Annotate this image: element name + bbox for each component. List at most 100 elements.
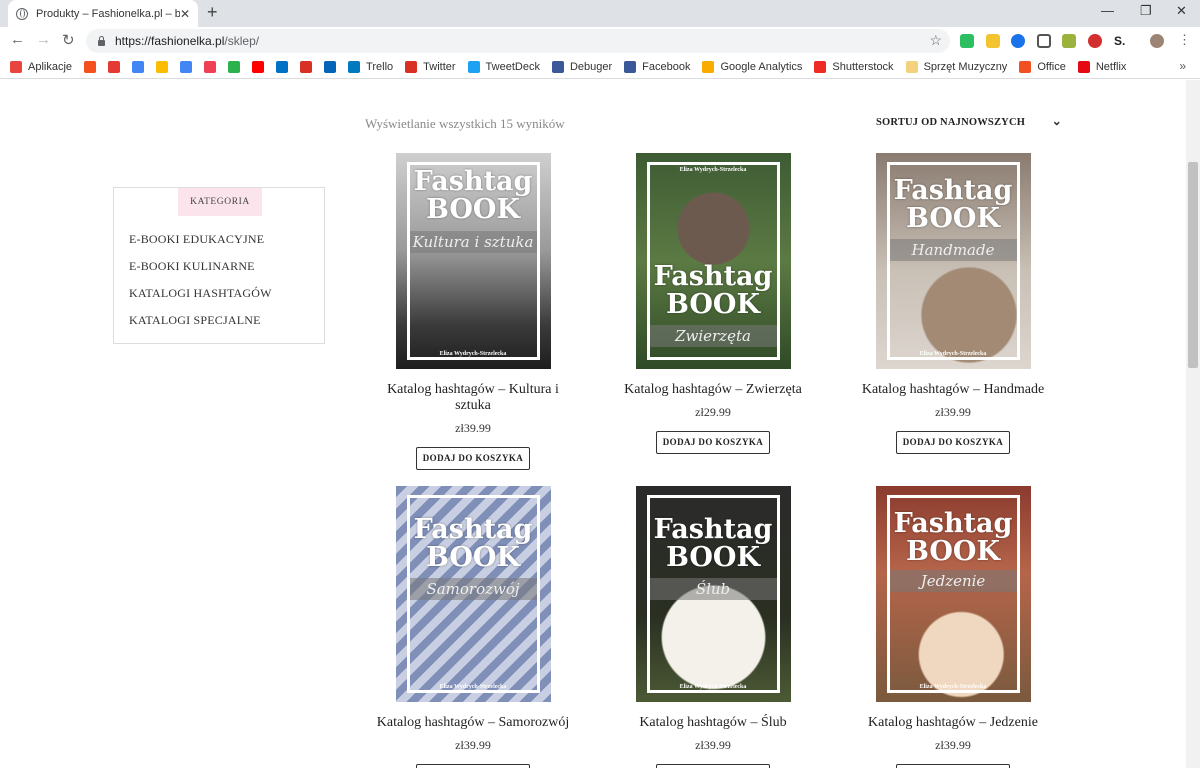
- product-title[interactable]: Katalog hashtagów – Jedzenie: [853, 715, 1053, 731]
- product-cover-image[interactable]: Fashtag BOOK Samorozwój Eliza Wydrych-St…: [395, 486, 551, 702]
- shop-page: Wyświetlanie wszystkich 15 wyników SORTU…: [0, 80, 1186, 768]
- new-tab-icon[interactable]: +: [207, 2, 218, 23]
- extension-icon[interactable]: [986, 34, 1000, 48]
- cover-title: Fashtag BOOK: [653, 514, 773, 573]
- docs-icon: [180, 60, 193, 73]
- bookmark-star-icon[interactable]: ☆: [929, 32, 942, 49]
- bookmark-item[interactable]: [252, 60, 265, 73]
- bookmark-item[interactable]: Office: [1019, 60, 1066, 73]
- pocket-icon[interactable]: [1037, 34, 1051, 48]
- bookmark-item[interactable]: [324, 60, 337, 73]
- close-tab-icon[interactable]: ✕: [180, 7, 190, 21]
- url-path: /sklep/: [224, 34, 260, 48]
- bookmark-item[interactable]: Sprzęt Muzyczny: [905, 60, 1007, 73]
- s-extension-icon[interactable]: S.: [1114, 34, 1128, 48]
- menu-icon[interactable]: ⋮: [1178, 32, 1191, 48]
- bookmark-item[interactable]: Debuger: [551, 60, 612, 73]
- category-link[interactable]: KATALOGI SPECJALNE: [129, 313, 272, 340]
- bookmark-item[interactable]: [156, 60, 169, 73]
- bookmark-item[interactable]: Shutterstock: [814, 60, 894, 73]
- cover-title: Fashtag BOOK: [893, 508, 1013, 567]
- browser-tab[interactable]: Produkty – Fashionelka.pl – blog ✕: [8, 0, 198, 27]
- cover-title: Fashtag BOOK: [413, 514, 533, 573]
- bookmark-item[interactable]: [300, 60, 313, 73]
- bookmark-item[interactable]: TweetDeck: [467, 60, 540, 73]
- onedrive-icon: [324, 60, 337, 73]
- bookmark-label: Netflix: [1095, 60, 1127, 73]
- bookmark-item[interactable]: Google Analytics: [702, 60, 803, 73]
- back-icon[interactable]: ←: [10, 31, 25, 48]
- cover-subtitle: Ślub: [649, 578, 777, 600]
- cover-author: Eliza Wydrych-Strzelecka: [679, 684, 747, 690]
- bookmarks-bar: Aplikacje Trello Twitter TweetDeck Debuger Fa…: [0, 55, 1200, 79]
- bookmark-label: Aplikacje: [28, 60, 73, 73]
- facebook-icon: [624, 60, 637, 73]
- cover-title: Fashtag BOOK: [653, 261, 773, 320]
- scrollbar-thumb[interactable]: [1188, 162, 1198, 368]
- browser-toolbar: ← → ↻ https://fashionelka.pl/sklep/ ☆ S.…: [0, 27, 1200, 55]
- restore-icon[interactable]: ❐: [1140, 3, 1152, 19]
- category-widget: KATEGORIA E-BOOKI EDUKACYJNE E-BOOKI KUL…: [113, 187, 325, 344]
- address-bar[interactable]: https://fashionelka.pl/sklep/ ☆: [86, 29, 950, 53]
- extension-icon[interactable]: [1062, 34, 1076, 48]
- bookmarks-overflow-icon[interactable]: »: [1179, 59, 1186, 73]
- bookmark-label: Shutterstock: [832, 60, 894, 73]
- cover-author: Eliza Wydrych-Strzelecka: [679, 167, 747, 173]
- category-link[interactable]: E-BOOKI EDUKACYJNE: [129, 232, 272, 259]
- sort-dropdown[interactable]: SORTUJ OD NAJNOWSZYCH ⌄: [876, 114, 1062, 128]
- bookmark-item[interactable]: [132, 60, 145, 73]
- profile-avatar[interactable]: [1150, 34, 1164, 48]
- product-title[interactable]: Katalog hashtagów – Ślub: [613, 715, 813, 731]
- window-close-icon[interactable]: ✕: [1176, 3, 1187, 19]
- product-cover-image[interactable]: Fashtag BOOK Handmade Eliza Wydrych-Strz…: [875, 153, 1031, 369]
- cover-author: Eliza Wydrych-Strzelecka: [439, 351, 507, 357]
- product-price: zł39.99: [935, 738, 971, 752]
- add-to-cart-button[interactable]: DODAJ DO KOSZYKA: [656, 431, 770, 454]
- cover-subtitle: Kultura i sztuka: [409, 231, 537, 253]
- bookmark-item[interactable]: Trello: [348, 60, 393, 73]
- category-link[interactable]: KATALOGI HASHTAGÓW: [129, 286, 272, 313]
- keep-icon: [156, 60, 169, 73]
- product-cover-image[interactable]: Fashtag BOOK Kultura i sztuka Eliza Wydr…: [395, 153, 551, 369]
- add-to-cart-button[interactable]: DODAJ DO KOSZYKA: [656, 764, 770, 768]
- product-title[interactable]: Katalog hashtagów – Samorozwój: [373, 715, 573, 731]
- category-link[interactable]: E-BOOKI KULINARNE: [129, 259, 272, 286]
- add-to-cart-button[interactable]: DODAJ DO KOSZYKA: [896, 431, 1010, 454]
- product-title[interactable]: Katalog hashtagów – Handmade: [853, 382, 1053, 398]
- product-cover-image[interactable]: Fashtag BOOK Ślub Eliza Wydrych-Strzelec…: [635, 486, 791, 702]
- sort-label: SORTUJ OD NAJNOWSZYCH: [876, 117, 1026, 128]
- product-title[interactable]: Katalog hashtagów – Kultura i sztuka: [373, 382, 573, 414]
- page-scrollbar[interactable]: [1186, 80, 1200, 768]
- extension-icon[interactable]: [1011, 34, 1025, 48]
- adblock-icon[interactable]: [1088, 34, 1102, 48]
- evernote-icon[interactable]: [960, 34, 974, 48]
- bookmark-item[interactable]: [276, 60, 289, 73]
- forward-icon[interactable]: →: [36, 31, 51, 48]
- product-title[interactable]: Katalog hashtagów – Zwierzęta: [613, 382, 813, 398]
- bookmark-item[interactable]: [84, 60, 97, 73]
- bookmark-label: TweetDeck: [485, 60, 540, 73]
- reload-icon[interactable]: ↻: [62, 31, 75, 49]
- bookmark-label: Office: [1037, 60, 1066, 73]
- bookmark-item[interactable]: Netflix: [1077, 60, 1127, 73]
- add-to-cart-button[interactable]: DODAJ DO KOSZYKA: [416, 764, 530, 768]
- product-card: Fashtag BOOK Handmade Eliza Wydrych-Strz…: [853, 153, 1053, 454]
- netflix-icon: [1077, 60, 1090, 73]
- bookmark-item[interactable]: Aplikacje: [10, 60, 73, 73]
- minimize-icon[interactable]: —: [1101, 3, 1114, 18]
- bookmark-item[interactable]: [228, 60, 241, 73]
- gmail-icon: [300, 60, 313, 73]
- bookmark-item[interactable]: [108, 60, 121, 73]
- category-list: E-BOOKI EDUKACYJNE E-BOOKI KULINARNE KAT…: [129, 232, 272, 340]
- bookmark-label: Google Analytics: [720, 60, 803, 73]
- add-to-cart-button[interactable]: DODAJ DO KOSZYKA: [416, 447, 530, 470]
- add-to-cart-button[interactable]: DODAJ DO KOSZYKA: [896, 764, 1010, 768]
- bookmark-item[interactable]: Twitter: [405, 60, 456, 73]
- bookmark-item[interactable]: [204, 60, 217, 73]
- folder-icon: [905, 60, 918, 73]
- product-cover-image[interactable]: Fashtag BOOK Jedzenie Eliza Wydrych-Strz…: [875, 486, 1031, 702]
- bookmark-item[interactable]: Facebook: [624, 60, 690, 73]
- product-card: Fashtag BOOK Zwierzęta Eliza Wydrych-Str…: [613, 153, 813, 454]
- bookmark-item[interactable]: [180, 60, 193, 73]
- product-cover-image[interactable]: Fashtag BOOK Zwierzęta Eliza Wydrych-Str…: [635, 153, 791, 369]
